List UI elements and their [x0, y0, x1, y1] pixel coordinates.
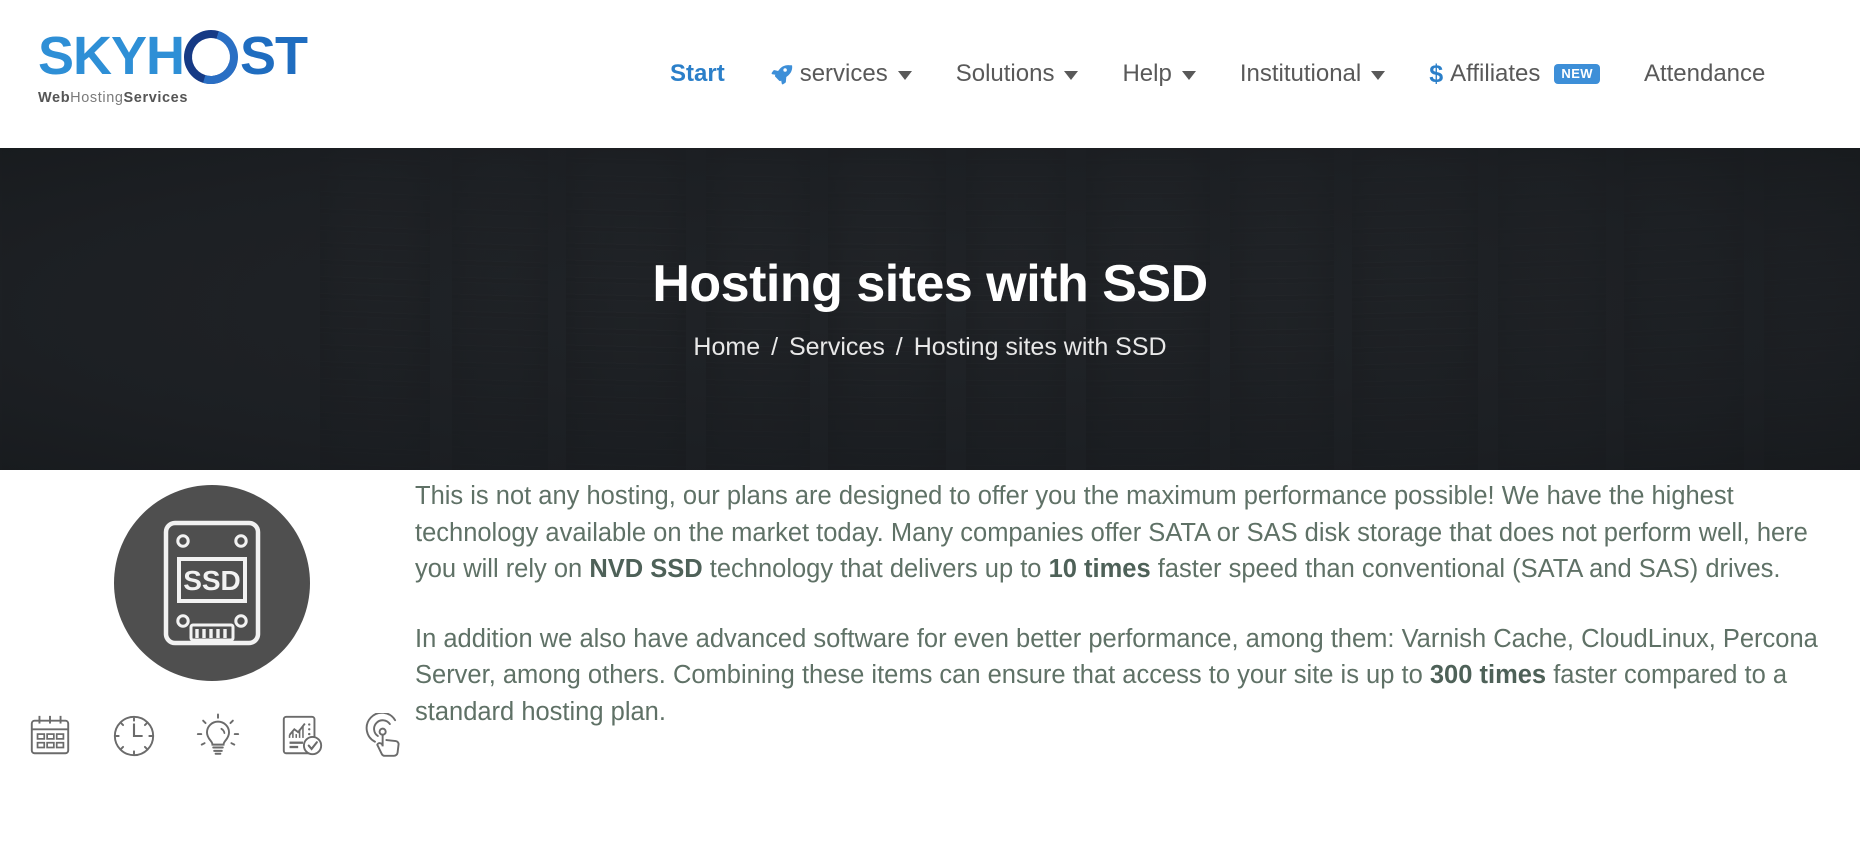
ssd-drive-icon-badge: SSD [114, 485, 310, 681]
breadcrumb-separator: / [771, 333, 779, 362]
main-navigation: Start services Solutions Help Institutio… [648, 0, 1787, 148]
site-logo[interactable]: SKYH ST WebHostingServices [38, 20, 388, 118]
chevron-down-icon [1181, 71, 1196, 80]
chevron-down-icon [1064, 71, 1079, 80]
page-title: Hosting sites with SSD [652, 254, 1208, 313]
logo-wordmark: SKYH ST [38, 20, 388, 94]
main-content: SSD This is not any hosting, our plans a… [0, 470, 1860, 849]
p2-seg-1: 300 times [1429, 661, 1547, 689]
nav-label-affiliates: Affiliates [1450, 60, 1541, 87]
svg-text:SSD: SSD [183, 565, 241, 596]
logo-tagline: WebHostingServices [38, 90, 388, 106]
paragraph-2: In addition we also have advanced softwa… [415, 621, 1827, 731]
rocket-icon [769, 62, 793, 86]
feature-copy: This is not any hosting, our plans are d… [415, 478, 1827, 763]
nav-label-attendance: Attendance [1643, 60, 1766, 87]
nav-item-affiliates[interactable]: $ Affiliates NEW [1407, 59, 1622, 88]
chevron-down-icon [897, 71, 912, 80]
p1-seg-1: NVD SSD [589, 555, 703, 583]
nav-label-services: services [799, 60, 888, 87]
nav-label-start: Start [670, 60, 725, 87]
nav-badge-new: NEW [1554, 64, 1600, 84]
logo-o-ring-icon [174, 20, 248, 94]
nav-item-start[interactable]: Start [648, 62, 747, 86]
clock-icon[interactable] [108, 710, 160, 762]
feature-icon-row [24, 710, 412, 762]
p1-seg-3: 10 times [1048, 555, 1151, 583]
nav-label-institutional: Institutional [1239, 60, 1362, 87]
breadcrumb: Home / Services / Hosting sites with SSD [693, 333, 1166, 362]
nav-item-help[interactable]: Help [1100, 62, 1217, 86]
nav-label-help: Help [1122, 60, 1172, 87]
dollar-icon: $ [1429, 59, 1444, 88]
lightbulb-icon[interactable] [192, 710, 244, 762]
site-header: SKYH ST WebHostingServices Start services… [0, 0, 1860, 148]
paragraph-1: This is not any hosting, our plans are d… [415, 478, 1827, 588]
breadcrumb-item-services[interactable]: Services [789, 333, 885, 361]
logo-text-st: ST [240, 26, 308, 86]
ssd-drive-icon: SSD [163, 520, 261, 646]
logo-tagline-web: Web [38, 90, 71, 106]
nav-label-solutions: Solutions [955, 60, 1055, 87]
calendar-icon[interactable] [24, 710, 76, 762]
logo-text: SKYH ST [38, 20, 388, 94]
breadcrumb-item-home[interactable]: Home [693, 333, 760, 361]
nav-item-attendance[interactable]: Attendance [1622, 62, 1787, 86]
nav-item-institutional[interactable]: Institutional [1218, 62, 1407, 86]
logo-tagline-services: Services [123, 90, 188, 106]
hero-banner: Hosting sites with SSD Home / Services /… [0, 148, 1860, 470]
logo-tagline-hosting: Hosting [70, 90, 124, 106]
logo-text-sky: SKYH [38, 26, 185, 86]
p1-seg-4: faster speed than conventional (SATA and… [1150, 555, 1781, 583]
breadcrumb-item-current: Hosting sites with SSD [913, 333, 1167, 362]
breadcrumb-separator: / [895, 333, 903, 362]
report-check-icon[interactable] [276, 710, 328, 762]
chevron-down-icon [1371, 71, 1386, 80]
nav-item-solutions[interactable]: Solutions [934, 62, 1101, 86]
p1-seg-2: technology that delivers up to [702, 555, 1049, 583]
nav-item-services[interactable]: services [747, 62, 934, 86]
tap-click-icon[interactable] [360, 710, 412, 762]
